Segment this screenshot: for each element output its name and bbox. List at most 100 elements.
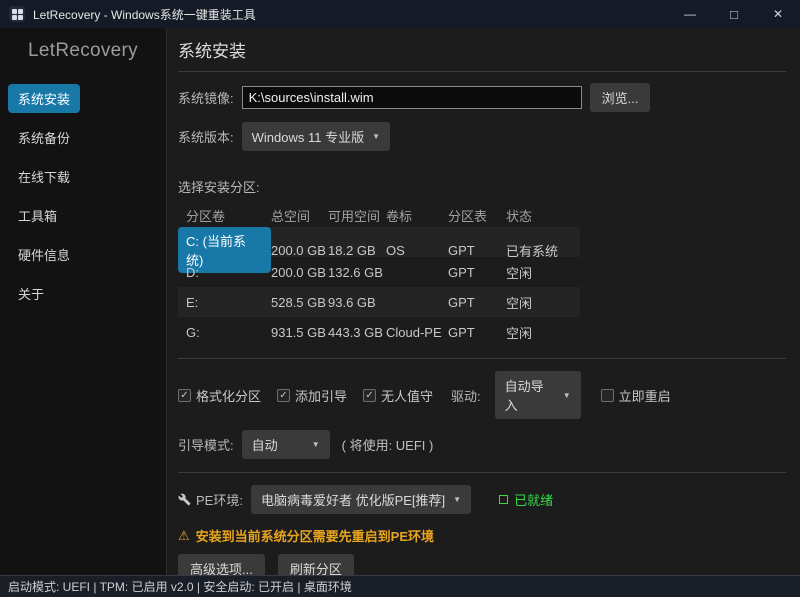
sidebar-item-hardware-info[interactable]: 硬件信息 (8, 240, 80, 269)
cell-total: 200.0 GB (271, 243, 328, 258)
chevron-down-icon: ▼ (453, 495, 461, 504)
cell-table: GPT (448, 325, 506, 340)
system-image-label: 系统镜像: (178, 88, 234, 107)
window-controls: — □ ✕ (668, 0, 800, 28)
cell-total: 528.5 GB (271, 295, 328, 310)
sidebar-item-toolbox[interactable]: 工具箱 (8, 201, 67, 230)
chevron-down-icon: ▼ (312, 440, 320, 449)
col-header-volname: 卷标 (386, 206, 448, 225)
cell-total: 931.5 GB (271, 325, 328, 340)
partition-row-g[interactable]: G: 931.5 GB 443.3 GB Cloud-PE GPT 空闲 (178, 317, 580, 347)
col-header-status: 状态 (506, 206, 580, 225)
sidebar-item-system-backup[interactable]: 系统备份 (8, 123, 80, 152)
partition-table-header: 分区卷 总空间 可用空间 卷标 分区表 状态 (178, 203, 580, 227)
cell-volname: OS (386, 243, 448, 258)
col-header-total: 总空间 (271, 206, 328, 225)
pe-environment-dropdown[interactable]: 电脑病毒爱好者 优化版PE[推荐] ▼ (251, 485, 471, 514)
warning-text: 安装到当前系统分区需要先重启到PE环境 (196, 526, 434, 545)
install-options-row: ✓ 格式化分区 ✓ 添加引导 ✓ 无人值守 驱动: 自动导入 ▼ (178, 371, 786, 419)
system-version-dropdown[interactable]: Windows 11 专业版 ▼ (242, 122, 390, 151)
statusbar: 启动模式: UEFI | TPM: 已启用 v2.0 | 安全启动: 已开启 |… (0, 575, 800, 597)
title-divider (178, 71, 786, 72)
col-header-table: 分区表 (448, 206, 506, 225)
col-header-volume: 分区卷 (178, 206, 271, 225)
unattended-label: 无人值守 (381, 386, 433, 405)
reboot-now-checkbox[interactable]: 立即重启 (601, 386, 671, 405)
cell-free: 18.2 GB (328, 243, 386, 258)
system-image-row: 系统镜像: 浏览... (178, 83, 786, 112)
cell-free: 93.6 GB (328, 295, 386, 310)
titlebar: LetRecovery - Windows系统一键重装工具 — □ ✕ (0, 0, 800, 28)
cell-table: GPT (448, 265, 506, 280)
sidebar-item-about[interactable]: 关于 (8, 279, 54, 308)
sidebar-item-system-install[interactable]: 系统安装 (8, 84, 80, 113)
driver-label: 驱动: (451, 386, 481, 405)
unattended-checkbox[interactable]: ✓ 无人值守 (363, 386, 433, 405)
cell-table: GPT (448, 243, 506, 258)
pe-status-text: 已就绪 (514, 490, 553, 509)
cell-volume: G: (178, 325, 271, 340)
system-image-input[interactable] (242, 86, 582, 109)
checkbox-checked-icon: ✓ (178, 389, 191, 402)
checkbox-checked-icon: ✓ (363, 389, 376, 402)
checkbox-unchecked-icon (601, 389, 614, 402)
boot-mode-hint: ( 将使用: UEFI ) (342, 435, 434, 454)
cell-volume: D: (178, 265, 271, 280)
col-header-free: 可用空间 (328, 206, 386, 225)
pe-divider (178, 472, 786, 473)
partition-row-e[interactable]: E: 528.5 GB 93.6 GB GPT 空闲 (178, 287, 580, 317)
chevron-down-icon: ▼ (372, 132, 380, 141)
partition-select-label: 选择安装分区: (178, 177, 786, 196)
page-title: 系统安装 (178, 35, 786, 71)
close-button[interactable]: ✕ (756, 0, 800, 28)
boot-mode-row: 引导模式: 自动 ▼ ( 将使用: UEFI ) (178, 430, 786, 459)
maximize-button[interactable]: □ (712, 0, 756, 28)
pe-environment-value: 电脑病毒爱好者 优化版PE[推荐] (261, 490, 445, 509)
app-logo-icon (9, 6, 25, 22)
cell-status: 已有系统 (506, 241, 580, 260)
status-square-icon (499, 495, 508, 504)
boot-mode-dropdown[interactable]: 自动 ▼ (242, 430, 330, 459)
format-partition-label: 格式化分区 (196, 386, 261, 405)
format-partition-checkbox[interactable]: ✓ 格式化分区 (178, 386, 261, 405)
cell-volname: Cloud-PE (386, 325, 448, 340)
statusbar-text: 启动模式: UEFI | TPM: 已启用 v2.0 | 安全启动: 已开启 |… (8, 578, 352, 595)
cell-total: 200.0 GB (271, 265, 328, 280)
reboot-now-label: 立即重启 (619, 386, 671, 405)
add-boot-label: 添加引导 (295, 386, 347, 405)
pe-status-indicator: 已就绪 (499, 490, 553, 509)
minimize-button[interactable]: — (668, 0, 712, 28)
sidebar: LetRecovery 系统安装 系统备份 在线下载 工具箱 硬件信息 关于 (0, 28, 167, 575)
cell-status: 空闲 (506, 323, 580, 342)
boot-mode-value: 自动 (252, 435, 278, 454)
warning-message: ⚠ 安装到当前系统分区需要先重启到PE环境 (178, 526, 786, 545)
app-window: LetRecovery - Windows系统一键重装工具 — □ ✕ LetR… (0, 0, 800, 597)
cell-free: 443.3 GB (328, 325, 386, 340)
warning-icon: ⚠ (178, 528, 190, 544)
main-content: 系统安装 系统镜像: 浏览... 系统版本: Windows 11 专业版 ▼ … (167, 28, 800, 575)
chevron-down-icon: ▼ (563, 391, 571, 400)
browse-button[interactable]: 浏览... (590, 83, 651, 112)
add-boot-checkbox[interactable]: ✓ 添加引导 (277, 386, 347, 405)
cell-status: 空闲 (506, 293, 580, 312)
system-version-row: 系统版本: Windows 11 专业版 ▼ (178, 122, 786, 151)
driver-dropdown[interactable]: 自动导入 ▼ (495, 371, 581, 419)
pe-environment-label: PE环境: (196, 490, 243, 509)
options-divider (178, 358, 786, 359)
sidebar-item-online-download[interactable]: 在线下载 (8, 162, 80, 191)
pe-environment-row: PE环境: 电脑病毒爱好者 优化版PE[推荐] ▼ 已就绪 (178, 485, 786, 514)
system-version-label: 系统版本: (178, 127, 234, 146)
driver-value: 自动导入 (505, 376, 555, 414)
boot-mode-label: 引导模式: (178, 435, 234, 454)
cell-free: 132.6 GB (328, 265, 386, 280)
brand-logo: LetRecovery (0, 40, 166, 84)
cell-status: 空闲 (506, 263, 580, 282)
system-version-value: Windows 11 专业版 (252, 127, 364, 146)
wrench-icon (178, 493, 191, 506)
cell-volume: E: (178, 295, 271, 310)
partition-row-c[interactable]: C: (当前系统) 200.0 GB 18.2 GB OS GPT 已有系统 (178, 227, 580, 257)
window-title: LetRecovery - Windows系统一键重装工具 (33, 6, 256, 23)
checkbox-checked-icon: ✓ (277, 389, 290, 402)
cell-table: GPT (448, 295, 506, 310)
partition-table: 分区卷 总空间 可用空间 卷标 分区表 状态 C: (当前系统) 200.0 G… (178, 203, 580, 347)
